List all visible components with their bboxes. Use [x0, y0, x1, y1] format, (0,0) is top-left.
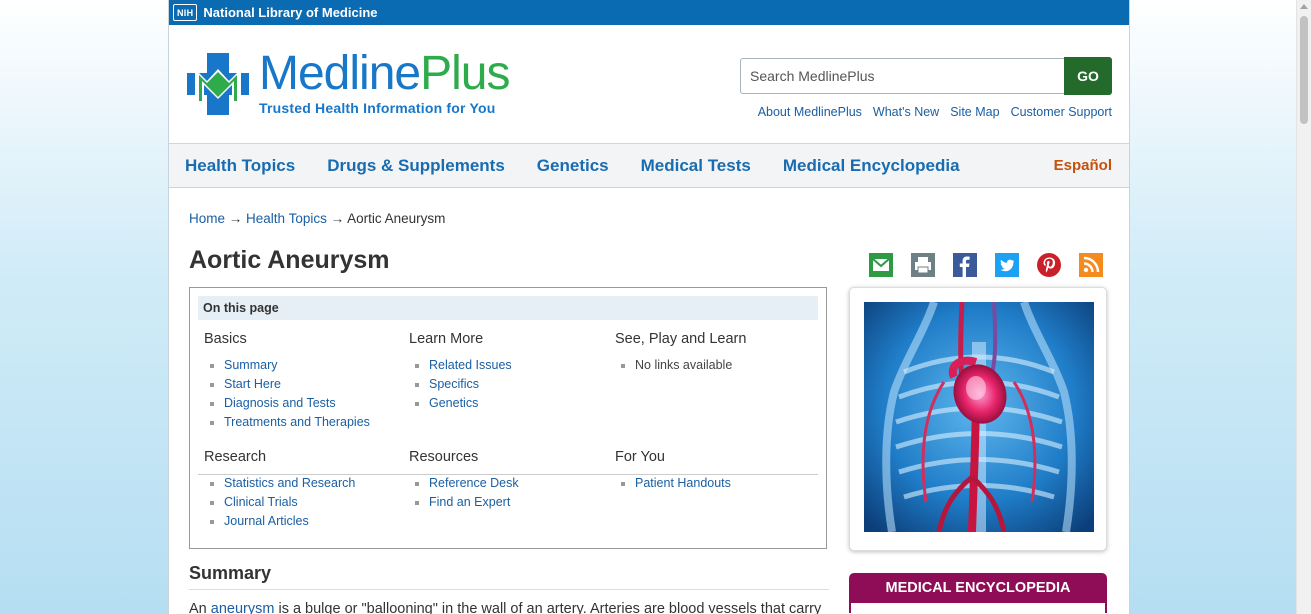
- medlineplus-logo[interactable]: MedlinePlus Trusted Health Information f…: [185, 50, 510, 117]
- print-icon[interactable]: [911, 253, 935, 277]
- list-item: Start Here: [204, 375, 404, 394]
- email-icon[interactable]: [869, 253, 893, 277]
- nlm-link[interactable]: National Library of Medicine: [203, 5, 377, 20]
- link-find-an-expert[interactable]: Find an Expert: [429, 495, 510, 509]
- aneurysm-link[interactable]: aneurysm: [211, 601, 275, 614]
- list-item: Reference Desk: [409, 474, 609, 493]
- list-item: Patient Handouts: [615, 474, 815, 493]
- section-title: See, Play and Learn: [615, 331, 747, 347]
- link-summary[interactable]: Summary: [224, 358, 277, 372]
- nav-health-topics[interactable]: Health Topics: [185, 156, 295, 176]
- twitter-icon[interactable]: [995, 253, 1019, 277]
- list-item: Related Issues: [409, 356, 609, 375]
- logo-name-plus: Plus: [420, 47, 510, 100]
- main-nav: Health Topics Drugs & Supplements Geneti…: [169, 143, 1129, 188]
- search-form: GO: [740, 57, 1112, 95]
- link-diagnosis-and-tests[interactable]: Diagnosis and Tests: [224, 396, 336, 410]
- section-for-you: For You Patient Handouts: [615, 449, 815, 493]
- nav-medical-tests[interactable]: Medical Tests: [641, 156, 751, 176]
- breadcrumb-current: Aortic Aneurysm: [347, 211, 446, 226]
- topic-image-card: [849, 287, 1107, 551]
- share-toolbar: [869, 253, 1103, 277]
- list-item: Find an Expert: [409, 493, 609, 512]
- site-map-link[interactable]: Site Map: [950, 105, 999, 119]
- pinterest-icon[interactable]: [1037, 253, 1061, 277]
- on-this-page-box: On this page Basics Summary Start Here D…: [189, 287, 827, 549]
- page-container: NIH National Library of Medicine Medline…: [168, 0, 1130, 614]
- site-header: MedlinePlus Trusted Health Information f…: [169, 25, 1129, 143]
- logo-name: MedlinePlus: [259, 50, 510, 98]
- summary-text-start: An: [189, 601, 211, 614]
- nlm-top-bar: NIH National Library of Medicine: [169, 0, 1129, 25]
- search-input[interactable]: [740, 58, 1064, 94]
- logo-tagline: Trusted Health Information for You: [259, 100, 496, 116]
- section-see-play-learn: See, Play and Learn No links available: [615, 331, 815, 375]
- list-item: Treatments and Therapies: [204, 413, 404, 432]
- list-item-no-links: No links available: [615, 356, 815, 375]
- link-reference-desk[interactable]: Reference Desk: [429, 476, 519, 490]
- list-item: Genetics: [409, 394, 609, 413]
- logo-name-medline: Medline: [259, 47, 421, 100]
- list-item: Diagnosis and Tests: [204, 394, 404, 413]
- on-this-page-heading: On this page: [198, 296, 818, 320]
- section-basics: Basics Summary Start Here Diagnosis and …: [204, 331, 404, 432]
- section-learn-more: Learn More Related Issues Specifics Gene…: [409, 331, 609, 413]
- breadcrumb-separator: →: [228, 211, 243, 226]
- link-related-issues[interactable]: Related Issues: [429, 358, 512, 372]
- nav-genetics[interactable]: Genetics: [537, 156, 609, 176]
- section-research: Research Statistics and Research Clinica…: [204, 449, 404, 531]
- breadcrumb: Home → Health Topics → Aortic Aneurysm: [189, 211, 445, 226]
- nih-badge[interactable]: NIH: [173, 4, 198, 21]
- section-resources: Resources Reference Desk Find an Expert: [409, 449, 609, 512]
- aorta-illustration: [864, 302, 1094, 532]
- nav-medical-encyclopedia[interactable]: Medical Encyclopedia: [783, 156, 960, 176]
- link-journal-articles[interactable]: Journal Articles: [224, 514, 309, 528]
- utility-links: About MedlinePlus What's New Site Map Cu…: [758, 105, 1112, 119]
- list-item: Journal Articles: [204, 512, 404, 531]
- link-clinical-trials[interactable]: Clinical Trials: [224, 495, 298, 509]
- summary-heading: Summary: [189, 563, 272, 583]
- breadcrumb-health-topics[interactable]: Health Topics: [246, 211, 327, 226]
- summary-text-rest: is a bulge or "ballooning" in the wall o…: [274, 601, 822, 614]
- rss-icon[interactable]: [1079, 253, 1103, 277]
- espanol-link[interactable]: Español: [1054, 157, 1112, 174]
- list-item: Summary: [204, 356, 404, 375]
- page-title: Aortic Aneurysm: [189, 246, 390, 274]
- section-title: Learn More: [409, 331, 484, 347]
- section-title: Research: [204, 449, 267, 465]
- link-specifics[interactable]: Specifics: [429, 377, 479, 391]
- logo-text: MedlinePlus Trusted Health Information f…: [259, 50, 510, 117]
- link-start-here[interactable]: Start Here: [224, 377, 281, 391]
- page-scrollbar[interactable]: [1296, 0, 1311, 614]
- customer-support-link[interactable]: Customer Support: [1011, 105, 1112, 119]
- breadcrumb-separator: →: [330, 211, 345, 226]
- list-item: Clinical Trials: [204, 493, 404, 512]
- list-item: Statistics and Research: [204, 474, 404, 493]
- scrollbar-thumb[interactable]: [1300, 16, 1308, 124]
- nav-drugs-supplements[interactable]: Drugs & Supplements: [327, 156, 505, 176]
- summary-paragraph: An aneurysm is a bulge or "ballooning" i…: [189, 601, 821, 614]
- medlineplus-logo-icon: [187, 53, 249, 115]
- breadcrumb-home[interactable]: Home: [189, 211, 225, 226]
- section-title: For You: [615, 449, 665, 465]
- section-title: Basics: [204, 331, 247, 347]
- link-patient-handouts[interactable]: Patient Handouts: [635, 476, 731, 490]
- list-item: Specifics: [409, 375, 609, 394]
- link-treatments-and-therapies[interactable]: Treatments and Therapies: [224, 415, 370, 429]
- go-button[interactable]: GO: [1064, 57, 1112, 95]
- facebook-icon[interactable]: [953, 253, 977, 277]
- scroll-up-arrow-icon[interactable]: [1300, 4, 1308, 9]
- medical-encyclopedia-header[interactable]: MEDICAL ENCYCLOPEDIA: [849, 573, 1107, 613]
- whats-new-link[interactable]: What's New: [873, 105, 939, 119]
- section-title: Resources: [409, 449, 479, 465]
- summary-divider: [189, 589, 829, 590]
- link-genetics[interactable]: Genetics: [429, 396, 478, 410]
- link-statistics-and-research[interactable]: Statistics and Research: [224, 476, 355, 490]
- about-medlineplus-link[interactable]: About MedlinePlus: [758, 105, 862, 119]
